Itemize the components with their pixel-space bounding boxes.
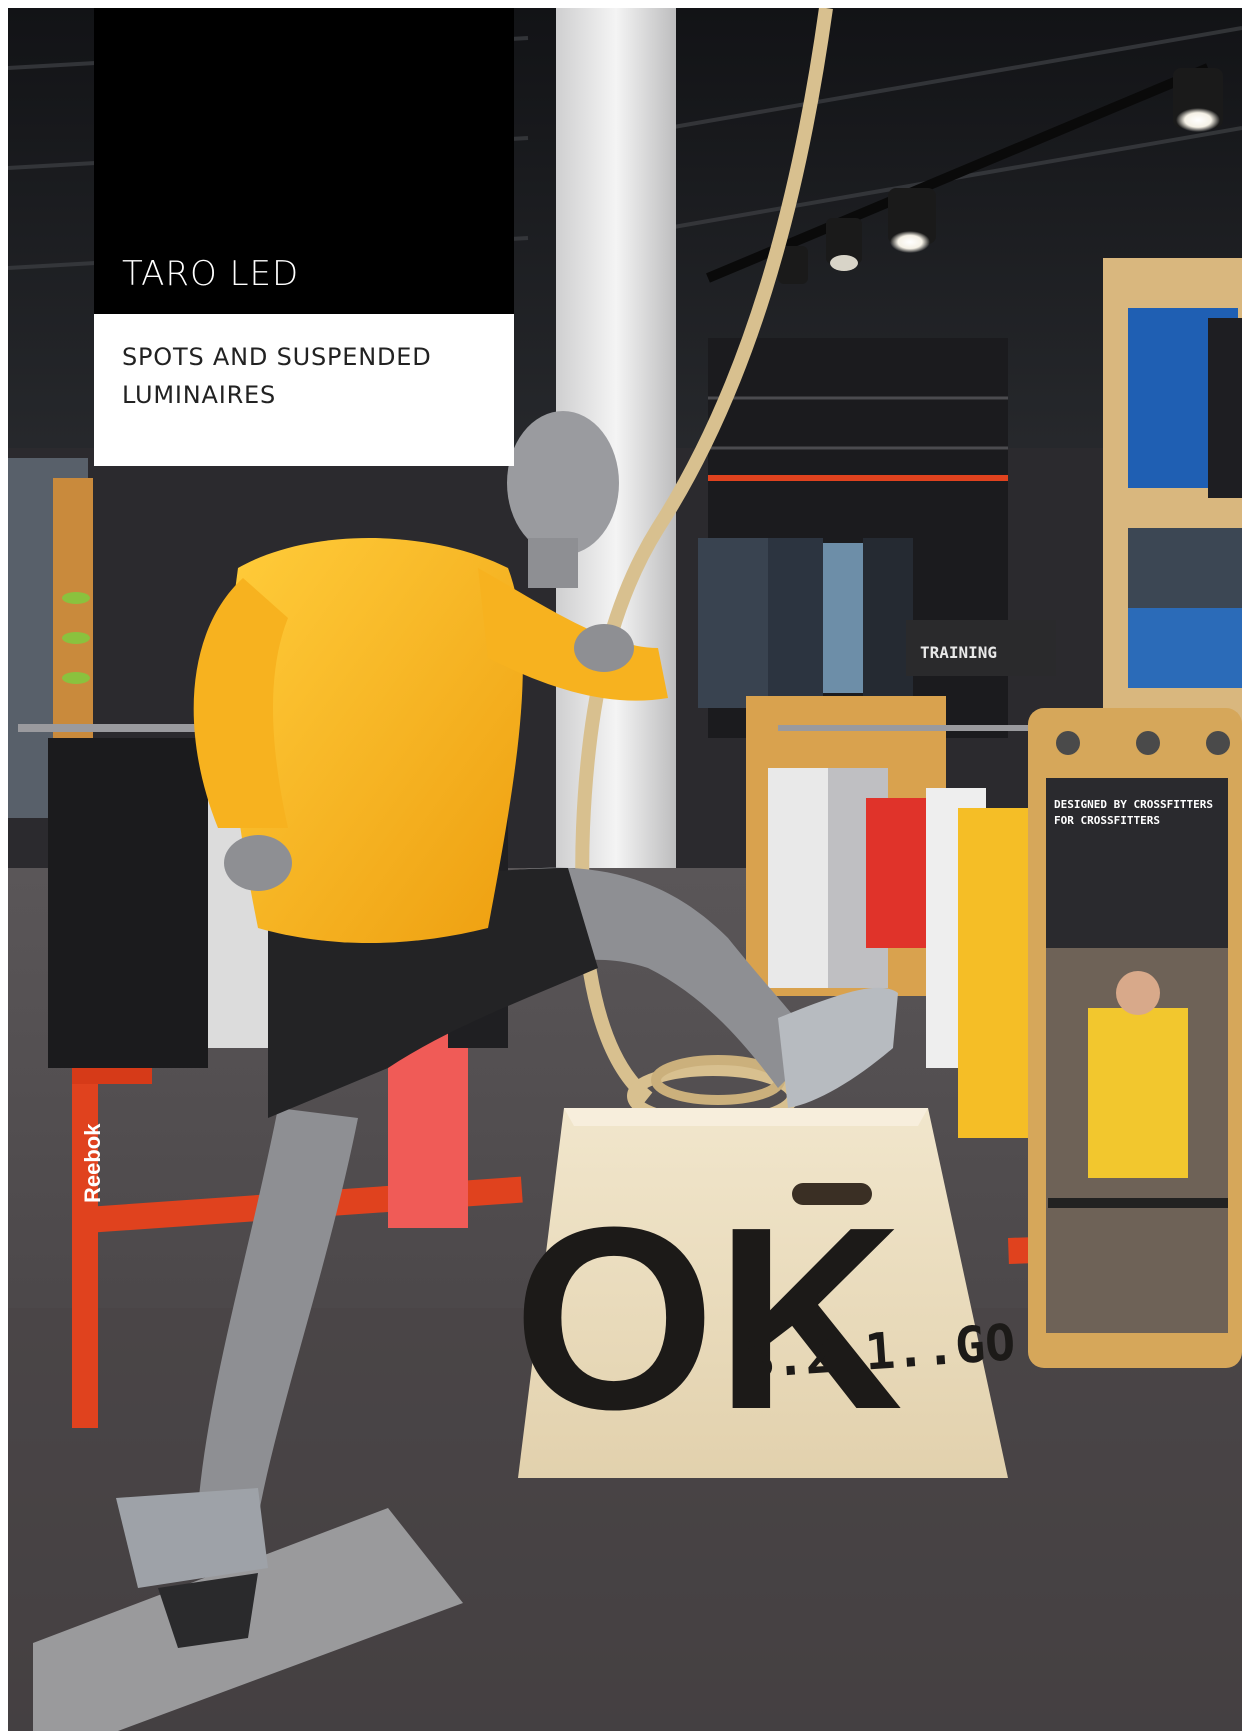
crossfit-poster-panel: DESIGNED BY CROSSFITTERS FOR CROSSFITTER… [1028,708,1242,1368]
rack-brand-text: Reebok [80,1123,105,1203]
box-letters: OK [513,1174,903,1464]
training-sign-text: TRAINING [920,643,997,662]
subtitle-line-1: SPOTS AND SUSPENDED [122,343,432,371]
product-title: TARO LED [122,254,300,294]
poster-heading-2: FOR CROSSFITTERS [1054,814,1160,827]
title-block: TARO LED [94,8,514,314]
product-subtitle: SPOTS AND SUSPENDED LUMINAIRES [122,338,482,414]
subtitle-block: SPOTS AND SUSPENDED LUMINAIRES [94,314,514,466]
poster-heading-1: DESIGNED BY CROSSFITTERS [1054,798,1213,811]
subtitle-line-2: LUMINAIRES [122,381,277,409]
